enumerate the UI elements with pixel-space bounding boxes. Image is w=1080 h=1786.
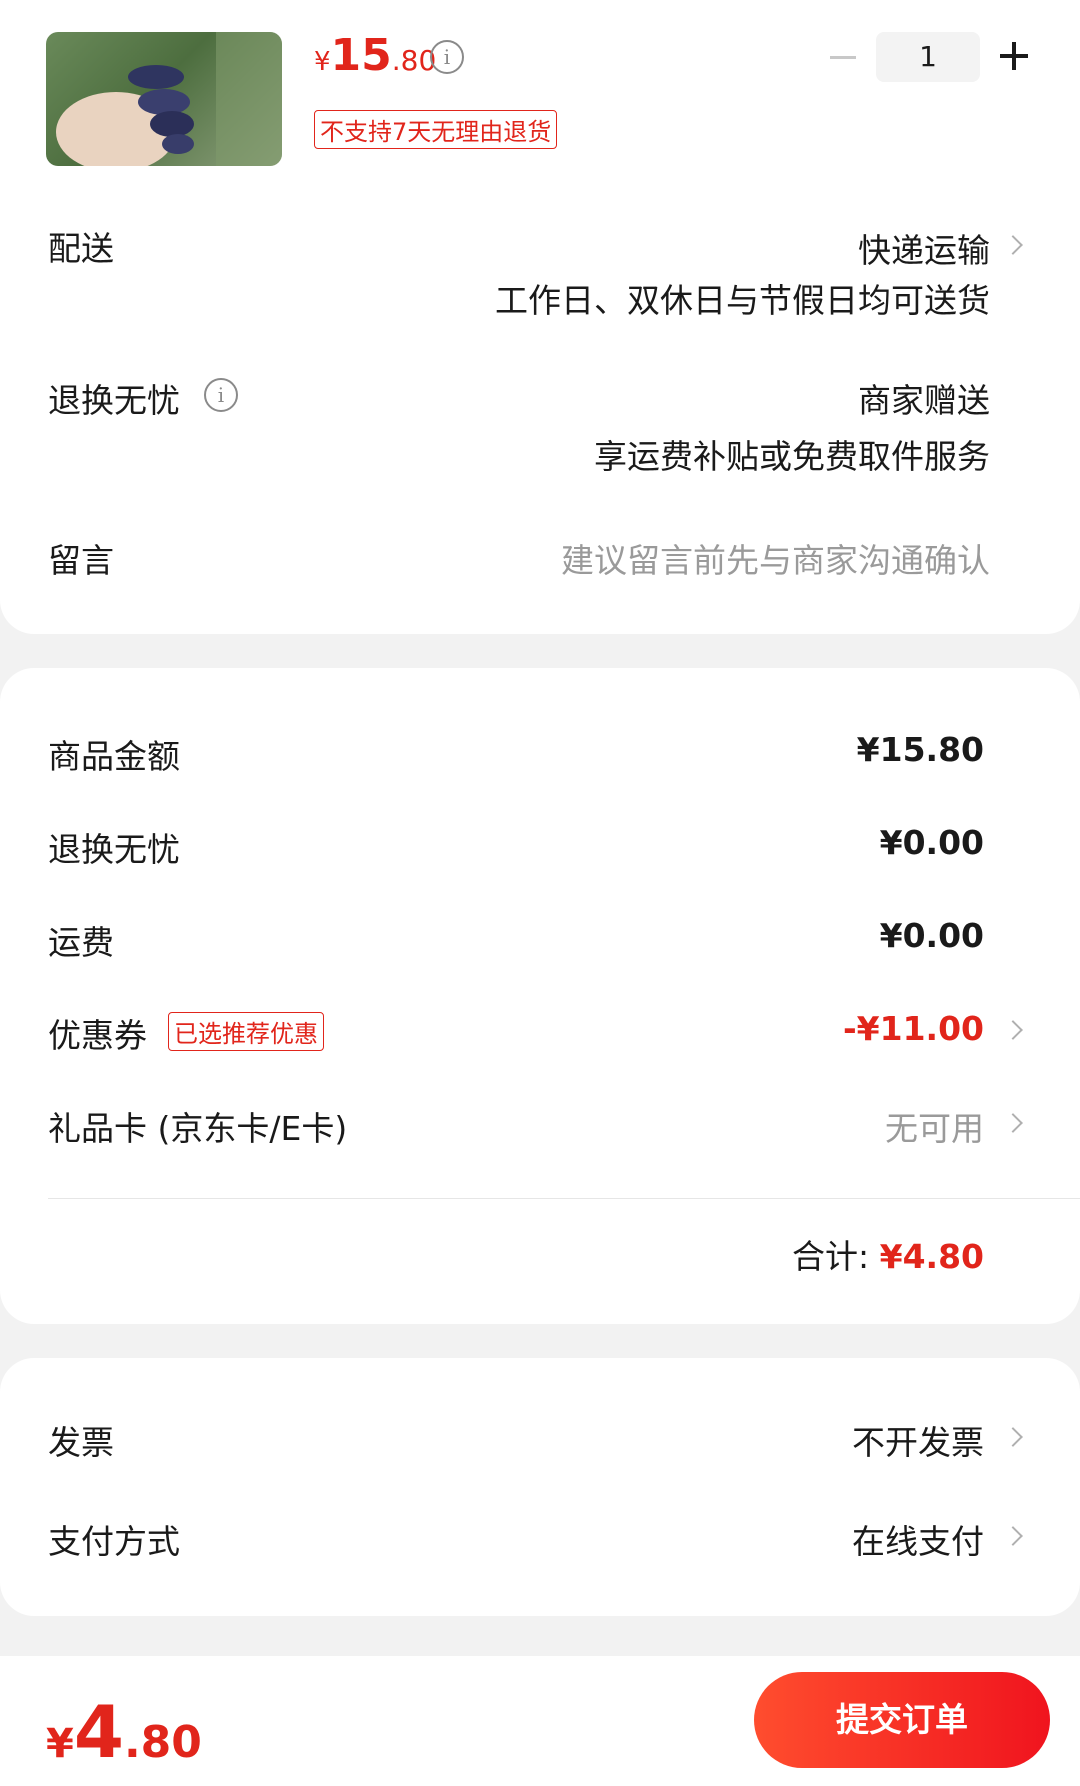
total-value: ¥4.80 [879,1237,984,1276]
total-row: 合计: ¥4.80 [792,1230,984,1278]
delivery-label: 配送 [48,229,114,268]
shipping-fee-value: ¥0.00 [879,916,984,955]
product-price: ¥15.80 [314,30,437,81]
worry-free-label: 退换无忧 [48,381,180,420]
quantity-increase-button[interactable] [1000,42,1028,70]
delivery-note: 工作日、双休日与节假日均可送货 [495,281,990,320]
summary-divider [48,1198,1080,1199]
product-image[interactable] [46,32,282,166]
message-label: 留言 [48,541,114,580]
coupon-label: 优惠券 [48,1016,147,1055]
worry-free-fee-label: 退换无忧 [48,830,180,869]
total-label: 合计: [791,1237,870,1276]
quantity-decrease-button[interactable] [830,56,856,59]
payment-value[interactable]: 在线支付 [852,1515,984,1563]
worry-free-value: 商家赠送 [858,381,990,420]
coupon-value[interactable]: -¥11.00 [843,1009,984,1048]
worry-free-info-icon[interactable]: i [204,378,238,412]
worry-free-fee-value: ¥0.00 [879,823,984,862]
invoice-value[interactable]: 不开发票 [852,1416,984,1464]
price-info-icon[interactable]: i [430,40,464,74]
submit-order-button[interactable]: 提交订单 [754,1672,1050,1768]
no-return-tag: 不支持7天无理由退货 [314,110,558,149]
gift-card-label: 礼品卡 (京东卡/E卡) [48,1109,348,1148]
invoice-label: 发票 [48,1423,114,1462]
footer-total-price: ¥4.80 [46,1690,202,1774]
delivery-method[interactable]: 快递运输 [858,224,990,272]
invoice-payment-card [0,1358,1080,1616]
gift-card-value[interactable]: 无可用 [885,1102,984,1150]
goods-amount-value: ¥15.80 [856,730,984,769]
coupon-tag: 已选推荐优惠 [168,1012,324,1051]
goods-amount-label: 商品金额 [48,737,180,776]
worry-free-note: 享运费补贴或免费取件服务 [594,437,990,476]
message-input[interactable]: 建议留言前先与商家沟通确认 [561,534,990,582]
quantity-input[interactable]: 1 [876,32,980,82]
payment-label: 支付方式 [48,1522,180,1561]
shipping-fee-label: 运费 [48,923,114,962]
